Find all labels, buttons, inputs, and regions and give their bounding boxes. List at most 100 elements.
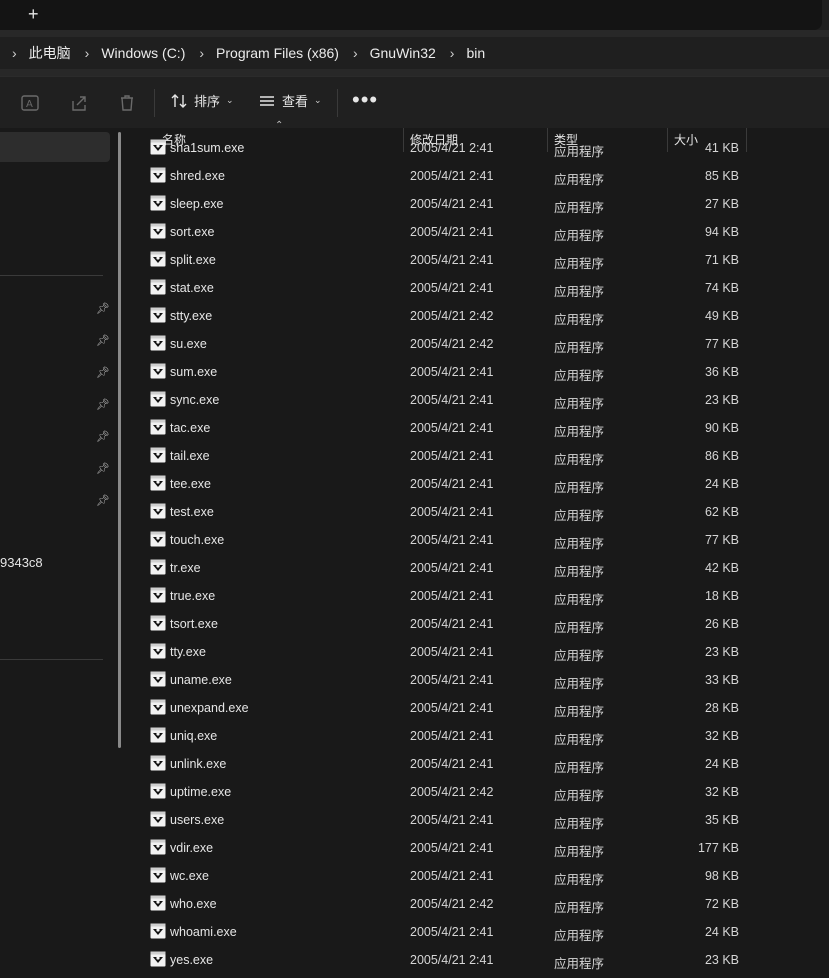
sort-ascending-icon: ⌃ bbox=[275, 120, 284, 131]
file-size: 32 KB bbox=[704, 729, 739, 743]
breadcrumb-item[interactable]: Windows (C:) bbox=[101, 45, 185, 61]
file-row[interactable]: sort.exe 2005/4/21 2:41 应用程序 94 KB bbox=[131, 218, 829, 246]
file-row[interactable]: yes.exe 2005/4/21 2:41 应用程序 23 KB bbox=[131, 946, 829, 974]
file-name: yes.exe bbox=[170, 953, 214, 967]
file-size: 49 KB bbox=[704, 309, 739, 323]
file-row[interactable]: wc.exe 2005/4/21 2:41 应用程序 98 KB bbox=[131, 862, 829, 890]
file-name: whoami.exe bbox=[170, 925, 237, 939]
breadcrumb-item[interactable]: 此电脑 bbox=[29, 43, 71, 63]
exe-file-icon bbox=[150, 839, 166, 855]
file-type: 应用程序 bbox=[554, 285, 605, 299]
file-row[interactable]: sum.exe 2005/4/21 2:41 应用程序 36 KB bbox=[131, 358, 829, 386]
view-button[interactable]: 查看 ⌄ bbox=[258, 91, 322, 110]
exe-file-icon bbox=[150, 895, 166, 911]
sidebar-scrollbar[interactable] bbox=[118, 132, 121, 748]
file-name: stty.exe bbox=[170, 309, 213, 323]
pin-icon[interactable]: 📌︎ bbox=[96, 302, 110, 315]
more-icon[interactable]: ••• bbox=[352, 87, 378, 113]
file-name: test.exe bbox=[170, 505, 214, 519]
file-row[interactable]: tty.exe 2005/4/21 2:41 应用程序 23 KB bbox=[131, 638, 829, 666]
file-row[interactable]: sha1sum.exe 2005/4/21 2:41 应用程序 41 KB bbox=[131, 134, 829, 162]
file-date: 2005/4/21 2:42 bbox=[410, 309, 494, 323]
pin-icon[interactable]: 📌︎ bbox=[96, 462, 110, 475]
file-date: 2005/4/21 2:41 bbox=[410, 869, 494, 883]
file-date: 2005/4/21 2:42 bbox=[410, 785, 494, 799]
file-row[interactable]: sleep.exe 2005/4/21 2:41 应用程序 27 KB bbox=[131, 190, 829, 218]
file-row[interactable]: uptime.exe 2005/4/21 2:42 应用程序 32 KB bbox=[131, 778, 829, 806]
breadcrumb-item[interactable]: GnuWin32 bbox=[370, 45, 436, 61]
file-row[interactable]: unlink.exe 2005/4/21 2:41 应用程序 24 KB bbox=[131, 750, 829, 778]
file-name: tac.exe bbox=[170, 421, 211, 435]
sort-icon bbox=[171, 93, 187, 108]
file-row[interactable]: tr.exe 2005/4/21 2:41 应用程序 42 KB bbox=[131, 554, 829, 582]
file-name: uname.exe bbox=[170, 673, 232, 687]
new-tab-button[interactable]: + bbox=[28, 4, 39, 25]
file-row[interactable]: touch.exe 2005/4/21 2:41 应用程序 77 KB bbox=[131, 526, 829, 554]
exe-file-icon bbox=[150, 447, 166, 463]
sidebar-item-selected[interactable] bbox=[0, 132, 110, 162]
file-name: tr.exe bbox=[170, 561, 201, 575]
file-row[interactable]: test.exe 2005/4/21 2:41 应用程序 62 KB bbox=[131, 498, 829, 526]
file-row[interactable]: stty.exe 2005/4/21 2:42 应用程序 49 KB bbox=[131, 302, 829, 330]
rename-icon[interactable]: A bbox=[20, 93, 40, 113]
file-name: shred.exe bbox=[170, 169, 225, 183]
pin-icon[interactable]: 📌︎ bbox=[96, 430, 110, 443]
file-date: 2005/4/21 2:41 bbox=[410, 925, 494, 939]
file-row[interactable]: stat.exe 2005/4/21 2:41 应用程序 74 KB bbox=[131, 274, 829, 302]
file-size: 23 KB bbox=[704, 393, 739, 407]
file-date: 2005/4/21 2:42 bbox=[410, 897, 494, 911]
chevron-right-icon[interactable]: › bbox=[12, 45, 17, 61]
file-row[interactable]: tail.exe 2005/4/21 2:41 应用程序 86 KB bbox=[131, 442, 829, 470]
file-row[interactable]: who.exe 2005/4/21 2:42 应用程序 72 KB bbox=[131, 890, 829, 918]
sidebar-item-label[interactable]: 9343c8 bbox=[0, 555, 43, 570]
file-size: 62 KB bbox=[704, 505, 739, 519]
file-row[interactable]: split.exe 2005/4/21 2:41 应用程序 71 KB bbox=[131, 246, 829, 274]
pin-icon[interactable]: 📌︎ bbox=[96, 334, 110, 347]
file-row[interactable]: tac.exe 2005/4/21 2:41 应用程序 90 KB bbox=[131, 414, 829, 442]
file-row[interactable]: users.exe 2005/4/21 2:41 应用程序 35 KB bbox=[131, 806, 829, 834]
chevron-right-icon[interactable]: › bbox=[85, 45, 90, 61]
file-row[interactable]: true.exe 2005/4/21 2:41 应用程序 18 KB bbox=[131, 582, 829, 610]
file-row[interactable]: sync.exe 2005/4/21 2:41 应用程序 23 KB bbox=[131, 386, 829, 414]
file-row[interactable]: su.exe 2005/4/21 2:42 应用程序 77 KB bbox=[131, 330, 829, 358]
file-name: sort.exe bbox=[170, 225, 215, 239]
breadcrumb-item[interactable]: Program Files (x86) bbox=[216, 45, 339, 61]
svg-text:A: A bbox=[26, 99, 33, 110]
file-row[interactable]: vdir.exe 2005/4/21 2:41 应用程序 177 KB bbox=[131, 834, 829, 862]
file-row[interactable]: tsort.exe 2005/4/21 2:41 应用程序 26 KB bbox=[131, 610, 829, 638]
active-tab[interactable] bbox=[0, 0, 822, 30]
file-size: 86 KB bbox=[704, 449, 739, 463]
chevron-right-icon[interactable]: › bbox=[353, 45, 358, 61]
file-date: 2005/4/21 2:41 bbox=[410, 561, 494, 575]
file-row[interactable]: uname.exe 2005/4/21 2:41 应用程序 33 KB bbox=[131, 666, 829, 694]
pin-icon[interactable]: 📌︎ bbox=[96, 398, 110, 411]
file-row[interactable]: uniq.exe 2005/4/21 2:41 应用程序 32 KB bbox=[131, 722, 829, 750]
file-type: 应用程序 bbox=[554, 733, 605, 747]
share-icon[interactable] bbox=[69, 93, 89, 113]
pin-icon[interactable]: 📌︎ bbox=[96, 366, 110, 379]
file-row[interactable]: unexpand.exe 2005/4/21 2:41 应用程序 28 KB bbox=[131, 694, 829, 722]
sort-button[interactable]: 排序 ⌄ bbox=[170, 91, 234, 110]
file-type: 应用程序 bbox=[554, 621, 605, 635]
chevron-right-icon[interactable]: › bbox=[450, 45, 455, 61]
file-type: 应用程序 bbox=[554, 845, 605, 859]
file-size: 32 KB bbox=[704, 785, 739, 799]
file-date: 2005/4/21 2:41 bbox=[410, 225, 494, 239]
file-name: sleep.exe bbox=[170, 197, 224, 211]
pin-icon[interactable]: 📌︎ bbox=[96, 494, 110, 507]
file-row[interactable]: whoami.exe 2005/4/21 2:41 应用程序 24 KB bbox=[131, 918, 829, 946]
file-type: 应用程序 bbox=[554, 649, 605, 663]
file-row[interactable]: shred.exe 2005/4/21 2:41 应用程序 85 KB bbox=[131, 162, 829, 190]
file-type: 应用程序 bbox=[554, 369, 605, 383]
chevron-right-icon[interactable]: › bbox=[199, 45, 204, 61]
file-row[interactable]: tee.exe 2005/4/21 2:41 应用程序 24 KB bbox=[131, 470, 829, 498]
file-type: 应用程序 bbox=[554, 537, 605, 551]
file-size: 77 KB bbox=[704, 337, 739, 351]
file-type: 应用程序 bbox=[554, 509, 605, 523]
file-date: 2005/4/21 2:41 bbox=[410, 477, 494, 491]
delete-icon[interactable] bbox=[117, 93, 137, 113]
file-date: 2005/4/21 2:42 bbox=[410, 337, 494, 351]
breadcrumb-item[interactable]: bin bbox=[466, 45, 485, 61]
breadcrumb[interactable]: › 此电脑 › Windows (C:) › Program Files (x8… bbox=[0, 37, 829, 69]
file-type: 应用程序 bbox=[554, 901, 605, 915]
